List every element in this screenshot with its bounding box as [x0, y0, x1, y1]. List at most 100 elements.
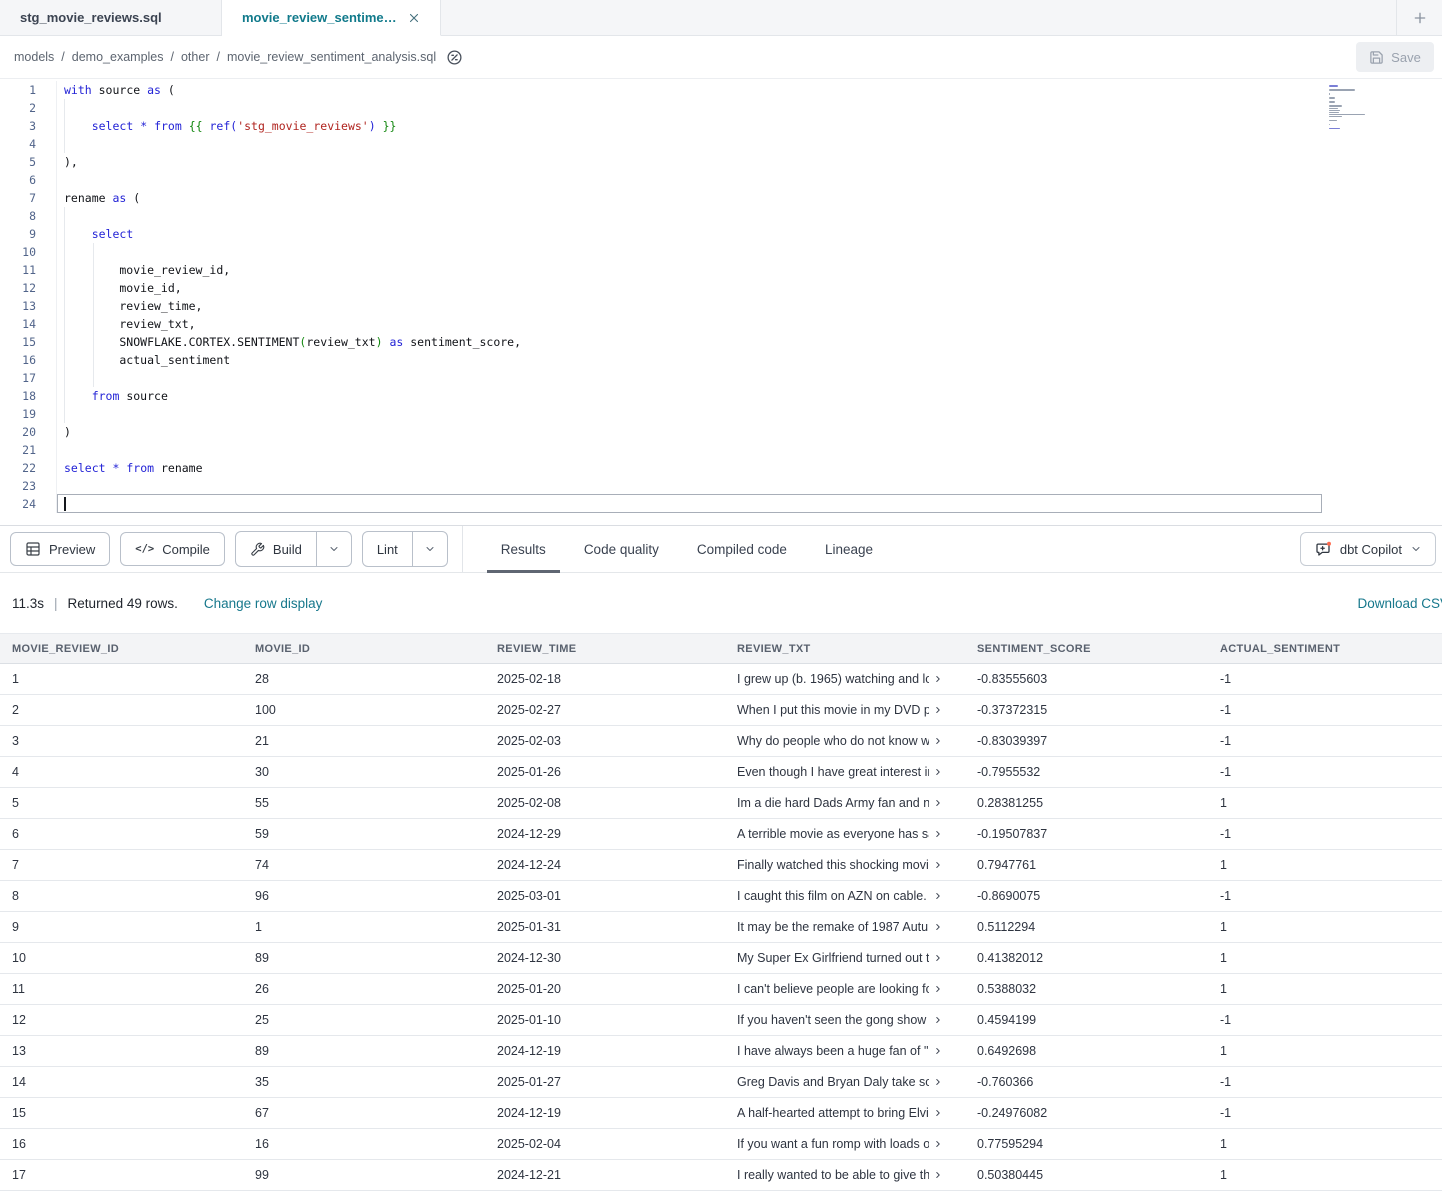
tab-lineage[interactable]: Lineage [825, 526, 873, 572]
expand-review-button[interactable] [933, 736, 943, 746]
tab-compiled-code[interactable]: Compiled code [697, 526, 787, 572]
code-line-4[interactable]: 4 [0, 135, 1442, 153]
breadcrumb-segment[interactable]: other [181, 50, 210, 64]
code-line-14[interactable]: 14 review_txt, [0, 315, 1442, 333]
code-line-5[interactable]: 5), [0, 153, 1442, 171]
tab-movie-review-sentiment-analysis[interactable]: movie_review_sentiment_analysis.sql [222, 0, 441, 36]
tab-stg-movie-reviews[interactable]: stg_movie_reviews.sql [0, 0, 222, 36]
expand-review-button[interactable] [933, 705, 943, 715]
code-line-17[interactable]: 17 [0, 369, 1442, 387]
indent-guide [64, 333, 65, 351]
close-icon[interactable] [408, 12, 420, 24]
compile-button[interactable]: </> Compile [120, 532, 225, 566]
expand-review-button[interactable] [933, 984, 943, 994]
code-line-8[interactable]: 8 [0, 207, 1442, 225]
expand-row-chevron [933, 674, 943, 684]
expand-review-button[interactable] [933, 798, 943, 808]
code-line-11[interactable]: 11 movie_review_id, [0, 261, 1442, 279]
expand-review-button[interactable] [933, 1046, 943, 1056]
code-line-16[interactable]: 16 actual_sentiment [0, 351, 1442, 369]
breadcrumb-segment[interactable]: movie_review_sentiment_analysis.sql [227, 50, 436, 64]
code-line-23[interactable]: 23 [0, 477, 1442, 495]
breadcrumb-segment[interactable]: demo_examples [72, 50, 164, 64]
table-row[interactable]: 21002025-02-27When I put this movie in m… [0, 695, 1442, 726]
preview-button[interactable]: Preview [10, 532, 110, 566]
code-line-22[interactable]: 22select * from rename [0, 459, 1442, 477]
table-row[interactable]: 8962025-03-01I caught this film on AZN o… [0, 881, 1442, 912]
breadcrumb-segment[interactable]: models [14, 50, 54, 64]
save-button[interactable]: Save [1356, 42, 1434, 72]
expand-review-button[interactable] [933, 953, 943, 963]
table-row[interactable]: 7742024-12-24Finally watched this shocki… [0, 850, 1442, 881]
new-tab-button[interactable] [1396, 0, 1442, 36]
explore-docs-icon[interactable] [446, 49, 463, 66]
indent-guide [64, 225, 65, 243]
code-line-9[interactable]: 9 select [0, 225, 1442, 243]
table-row[interactable]: 912025-01-31It may be the remake of 1987… [0, 912, 1442, 943]
code-line-2[interactable]: 2 [0, 99, 1442, 117]
table-row[interactable]: 15672024-12-19A half-hearted attempt to … [0, 1098, 1442, 1129]
cell-sentiment_score: 0.41382012 [965, 943, 1208, 974]
table-row[interactable]: 10892024-12-30My Super Ex Girlfriend tur… [0, 943, 1442, 974]
code-line-7[interactable]: 7rename as ( [0, 189, 1442, 207]
change-row-display-link[interactable]: Change row display [204, 596, 323, 611]
expand-review-button[interactable] [933, 767, 943, 777]
expand-review-button[interactable] [933, 1108, 943, 1118]
code-editor[interactable]: 1with source as (23 select * from {{ ref… [0, 79, 1442, 525]
code-line-20[interactable]: 20) [0, 423, 1442, 441]
line-number: 20 [0, 423, 56, 441]
expand-review-button[interactable] [933, 829, 943, 839]
code-line-24[interactable]: 24 [0, 495, 1442, 513]
table-row[interactable]: 3212025-02-03Why do people who do not kn… [0, 726, 1442, 757]
indent-guide [64, 351, 65, 369]
column-header-actual_sentiment[interactable]: ACTUAL_SENTIMENT [1208, 634, 1442, 664]
expand-review-button[interactable] [933, 1015, 943, 1025]
code-line-10[interactable]: 10 [0, 243, 1442, 261]
table-row[interactable]: 13892024-12-19I have always been a huge … [0, 1036, 1442, 1067]
code-line-12[interactable]: 12 movie_id, [0, 279, 1442, 297]
table-row[interactable]: 1282025-02-18I grew up (b. 1965) watchin… [0, 664, 1442, 695]
tab-code-quality[interactable]: Code quality [584, 526, 659, 572]
table-row[interactable]: 11262025-01-20I can't believe people are… [0, 974, 1442, 1005]
table-row[interactable]: 4302025-01-26Even though I have great in… [0, 757, 1442, 788]
expand-row-chevron [933, 736, 943, 746]
table-row[interactable]: 16162025-02-04If you want a fun romp wit… [0, 1129, 1442, 1160]
expand-review-button[interactable] [933, 674, 943, 684]
table-row[interactable]: 6592024-12-29A terrible movie as everyon… [0, 819, 1442, 850]
code-line-19[interactable]: 19 [0, 405, 1442, 423]
code-line-3[interactable]: 3 select * from {{ ref('stg_movie_review… [0, 117, 1442, 135]
expand-review-button[interactable] [933, 922, 943, 932]
tab-results[interactable]: Results [501, 526, 546, 572]
minimap-line [1329, 105, 1342, 107]
build-dropdown-button[interactable] [316, 532, 351, 566]
expand-review-button[interactable] [933, 1170, 943, 1180]
code-line-18[interactable]: 18 from source [0, 387, 1442, 405]
column-header-review_txt[interactable]: REVIEW_TXT [725, 634, 965, 664]
column-header-movie_review_id[interactable]: MOVIE_REVIEW_ID [0, 634, 243, 664]
expand-review-button[interactable] [933, 891, 943, 901]
table-row[interactable]: 17992024-12-21I really wanted to be able… [0, 1160, 1442, 1191]
code-line-1[interactable]: 1with source as ( [0, 81, 1442, 99]
dbt-copilot-button[interactable]: dbt Copilot [1300, 532, 1436, 566]
table-row[interactable]: 5552025-02-08Im a die hard Dads Army fan… [0, 788, 1442, 819]
code-line-21[interactable]: 21 [0, 441, 1442, 459]
column-header-sentiment_score[interactable]: SENTIMENT_SCORE [965, 634, 1208, 664]
table-row[interactable]: 14352025-01-27Greg Davis and Bryan Daly … [0, 1067, 1442, 1098]
code-line-6[interactable]: 6 [0, 171, 1442, 189]
editor-minimap[interactable] [1329, 85, 1397, 134]
expand-review-button[interactable] [933, 1077, 943, 1087]
code-line-15[interactable]: 15 SNOWFLAKE.CORTEX.SENTIMENT(review_txt… [0, 333, 1442, 351]
expand-review-button[interactable] [933, 1139, 943, 1149]
build-button[interactable]: Build [236, 532, 316, 566]
column-header-movie_id[interactable]: MOVIE_ID [243, 634, 485, 664]
download-csv-link[interactable]: Download CSV [1357, 573, 1442, 633]
table-row[interactable]: 12252025-01-10If you haven't seen the go… [0, 1005, 1442, 1036]
lint-button[interactable]: Lint [363, 532, 412, 566]
code-line-13[interactable]: 13 review_time, [0, 297, 1442, 315]
code-text: ), [56, 153, 1442, 171]
cell-review_txt: Finally watched this shocking movie la… [725, 850, 965, 881]
cell-review_txt: Even though I have great interest in Bi… [725, 757, 965, 788]
lint-dropdown-button[interactable] [412, 532, 447, 566]
column-header-review_time[interactable]: REVIEW_TIME [485, 634, 725, 664]
expand-review-button[interactable] [933, 860, 943, 870]
